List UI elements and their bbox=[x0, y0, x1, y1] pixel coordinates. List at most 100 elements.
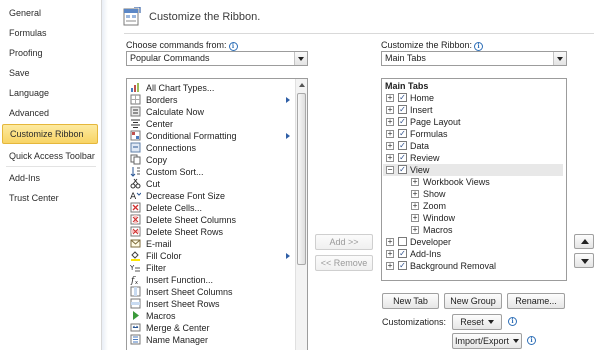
list-item[interactable]: Name Manager bbox=[127, 334, 293, 346]
arrow-down-icon bbox=[581, 259, 589, 264]
tree-item-show[interactable]: + Show bbox=[383, 188, 563, 200]
rename-button[interactable]: Rename... bbox=[507, 293, 565, 309]
info-icon[interactable]: i bbox=[228, 42, 238, 51]
expand-icon[interactable]: + bbox=[386, 238, 394, 246]
command-label: E-mail bbox=[146, 239, 172, 249]
nav-item-save[interactable]: Save bbox=[0, 63, 100, 83]
command-label: Delete Sheet Rows bbox=[146, 227, 224, 237]
list-item[interactable]: Insert Sheet Rows bbox=[127, 298, 293, 310]
nav-item-add-ins[interactable]: Add-Ins bbox=[0, 168, 100, 188]
list-item[interactable]: Copy bbox=[127, 154, 293, 166]
expand-icon[interactable]: + bbox=[411, 226, 419, 234]
tree-item-formulas[interactable]: + ✓ Formulas bbox=[383, 128, 563, 140]
expand-icon[interactable]: + bbox=[386, 130, 394, 138]
nav-item-formulas[interactable]: Formulas bbox=[0, 23, 100, 43]
move-down-button[interactable] bbox=[574, 253, 594, 268]
scroll-thumb[interactable] bbox=[297, 93, 306, 265]
chevron-down-icon[interactable] bbox=[553, 52, 566, 65]
checkbox[interactable]: ✓ bbox=[398, 165, 407, 174]
checkbox[interactable]: ✓ bbox=[398, 153, 407, 162]
checkbox[interactable]: ✓ bbox=[398, 117, 407, 126]
info-icon[interactable]: i bbox=[474, 42, 484, 51]
expand-icon[interactable]: + bbox=[411, 178, 419, 186]
choose-commands-combo[interactable]: Popular Commands bbox=[126, 51, 308, 66]
info-icon[interactable]: i bbox=[527, 336, 536, 345]
commands-scrollbar[interactable] bbox=[295, 79, 307, 350]
list-item[interactable]: Fill Color bbox=[127, 250, 293, 262]
reset-button[interactable]: Reset bbox=[452, 314, 502, 330]
tree-item-developer[interactable]: + Developer bbox=[383, 236, 563, 248]
chevron-down-icon[interactable] bbox=[294, 52, 307, 65]
expand-icon[interactable]: + bbox=[411, 202, 419, 210]
list-item[interactable]: All Chart Types... bbox=[127, 82, 293, 94]
list-item[interactable]: f x Insert Function... bbox=[127, 274, 293, 286]
tree-item-workbook-views[interactable]: + Workbook Views bbox=[383, 176, 563, 188]
expand-icon[interactable]: + bbox=[386, 262, 394, 270]
list-item[interactable]: E-mail bbox=[127, 238, 293, 250]
nav-item-general[interactable]: General bbox=[0, 3, 100, 23]
checkbox[interactable]: ✓ bbox=[398, 141, 407, 150]
ribbon-tree[interactable]: Main Tabs + ✓ Home + ✓ Insert + ✓ Page Layout + ✓ F… bbox=[381, 78, 567, 281]
list-item[interactable]: Delete Sheet Rows bbox=[127, 226, 293, 238]
customize-ribbon-icon bbox=[123, 6, 141, 27]
expand-icon[interactable]: + bbox=[386, 250, 394, 258]
remove-button[interactable]: << Remove bbox=[315, 255, 373, 271]
list-item[interactable]: Cut bbox=[127, 178, 293, 190]
checkbox[interactable]: ✓ bbox=[398, 261, 407, 270]
tree-item-macros[interactable]: + Macros bbox=[383, 224, 563, 236]
nav-item-quick-access-toolbar[interactable]: Quick Access Toolbar bbox=[0, 146, 100, 166]
tree-item-zoom[interactable]: + Zoom bbox=[383, 200, 563, 212]
expand-icon[interactable]: + bbox=[386, 94, 394, 102]
collapse-icon[interactable]: − bbox=[386, 166, 394, 174]
tree-item-data[interactable]: + ✓ Data bbox=[383, 140, 563, 152]
checkbox[interactable]: ✓ bbox=[398, 249, 407, 258]
checkbox[interactable]: ✓ bbox=[398, 93, 407, 102]
list-item[interactable]: Custom Sort... bbox=[127, 166, 293, 178]
tree-item-page-layout[interactable]: + ✓ Page Layout bbox=[383, 116, 563, 128]
list-item[interactable]: Insert Sheet Columns bbox=[127, 286, 293, 298]
expand-icon[interactable]: + bbox=[386, 154, 394, 162]
filter-icon: Y bbox=[129, 262, 141, 273]
checkbox[interactable]: ✓ bbox=[398, 105, 407, 114]
list-item[interactable]: Delete Cells... bbox=[127, 202, 293, 214]
tree-item-review[interactable]: + ✓ Review bbox=[383, 152, 563, 164]
info-icon[interactable]: i bbox=[508, 317, 517, 326]
import-export-button[interactable]: Import/Export bbox=[452, 333, 522, 349]
tree-item-insert[interactable]: + ✓ Insert bbox=[383, 104, 563, 116]
nav-item-language[interactable]: Language bbox=[0, 83, 100, 103]
list-item[interactable]: Center bbox=[127, 118, 293, 130]
expand-icon[interactable]: + bbox=[386, 106, 394, 114]
list-item[interactable]: Borders bbox=[127, 94, 293, 106]
tree-item-view[interactable]: − ✓ View bbox=[383, 164, 563, 176]
tree-item-window[interactable]: + Window bbox=[383, 212, 563, 224]
checkbox[interactable] bbox=[398, 237, 407, 246]
nav-item-trust-center[interactable]: Trust Center bbox=[0, 188, 100, 208]
move-up-button[interactable] bbox=[574, 234, 594, 249]
list-item[interactable]: Connections bbox=[127, 142, 293, 154]
tree-item-home[interactable]: + ✓ Home bbox=[383, 92, 563, 104]
customize-ribbon-combo[interactable]: Main Tabs bbox=[381, 51, 567, 66]
expand-icon[interactable]: + bbox=[386, 118, 394, 126]
checkbox[interactable]: ✓ bbox=[398, 129, 407, 138]
borders-icon bbox=[130, 94, 141, 105]
new-tab-button[interactable]: New Tab bbox=[382, 293, 439, 309]
list-item[interactable]: Macros bbox=[127, 310, 293, 322]
nav-item-advanced[interactable]: Advanced bbox=[0, 103, 100, 123]
expand-icon[interactable]: + bbox=[411, 190, 419, 198]
list-item[interactable]: Conditional Formatting bbox=[127, 130, 293, 142]
new-group-button[interactable]: New Group bbox=[444, 293, 502, 309]
nav-item-customize-ribbon[interactable]: Customize Ribbon bbox=[2, 124, 98, 144]
add-button[interactable]: Add >> bbox=[315, 234, 373, 250]
list-item[interactable]: Merge & Center bbox=[127, 322, 293, 334]
list-item[interactable]: A Decrease Font Size bbox=[127, 190, 293, 202]
list-item[interactable]: Delete Sheet Columns bbox=[127, 214, 293, 226]
nav-item-proofing[interactable]: Proofing bbox=[0, 43, 100, 63]
tree-item-background-removal[interactable]: + ✓ Background Removal bbox=[383, 260, 563, 272]
list-item[interactable]: Calculate Now bbox=[127, 106, 293, 118]
expand-icon[interactable]: + bbox=[411, 214, 419, 222]
tree-item-add-ins[interactable]: + ✓ Add-Ins bbox=[383, 248, 563, 260]
scroll-up-icon[interactable] bbox=[299, 83, 305, 87]
expand-icon[interactable]: + bbox=[386, 142, 394, 150]
commands-list[interactable]: All Chart Types... Borders Calculate Now Ce… bbox=[126, 78, 308, 350]
list-item[interactable]: Y Filter bbox=[127, 262, 293, 274]
